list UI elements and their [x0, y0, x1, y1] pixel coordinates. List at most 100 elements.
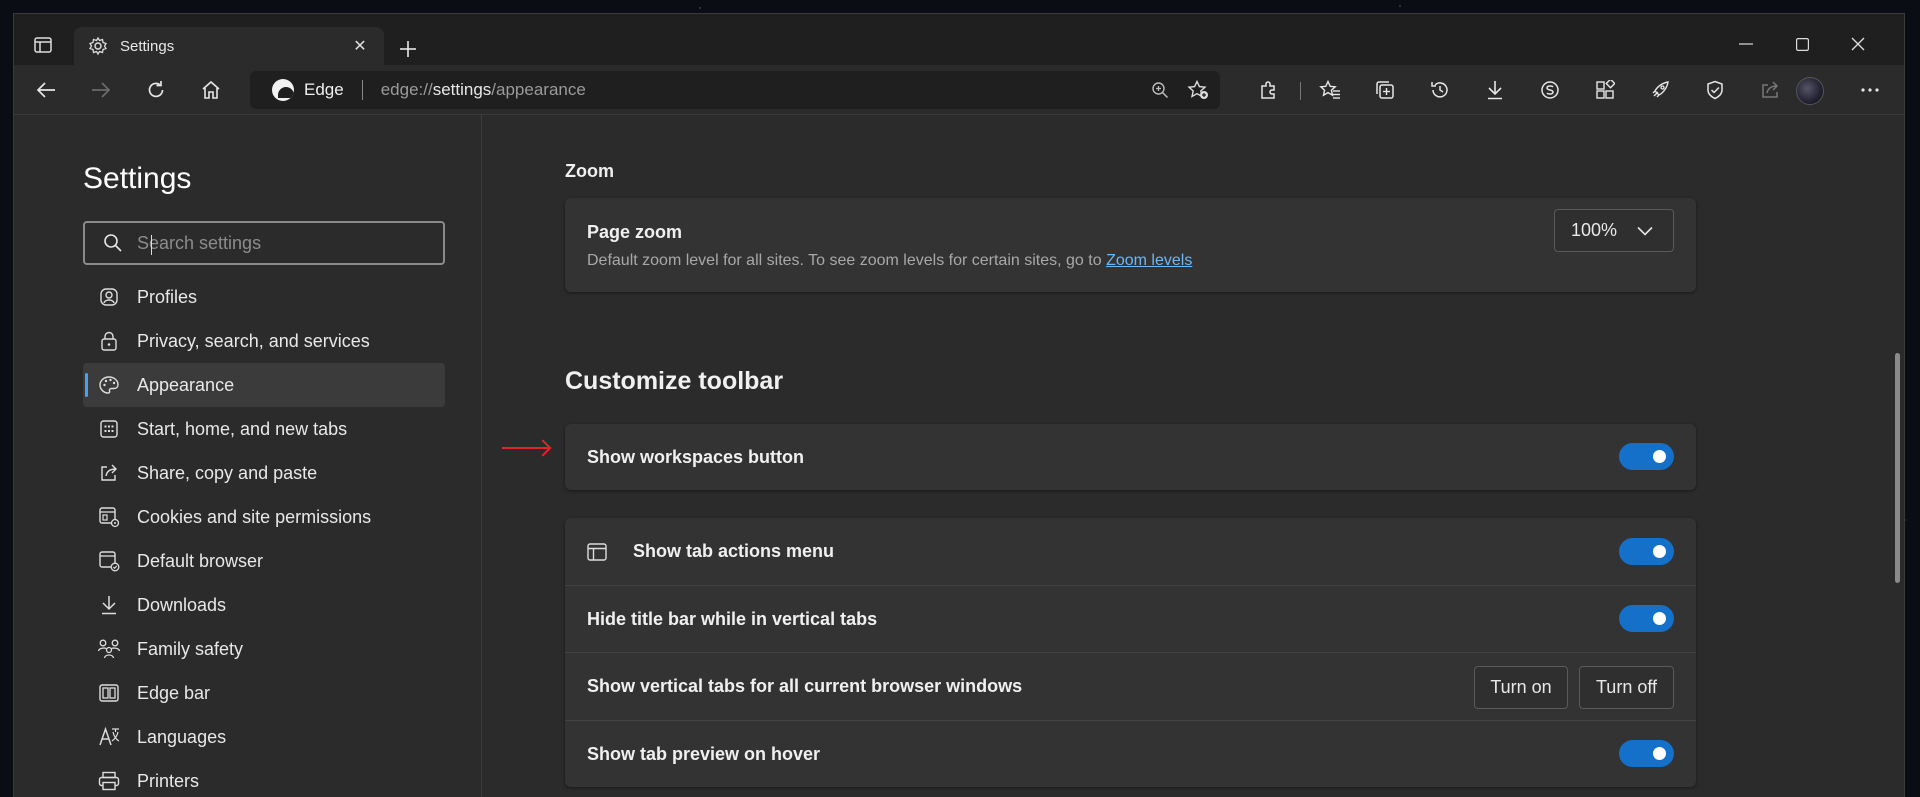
- extensions-icon[interactable]: [1252, 74, 1284, 106]
- download-icon: [97, 593, 121, 617]
- downloads-icon[interactable]: [1479, 74, 1511, 106]
- palette-icon: [97, 373, 121, 397]
- vertical-tabs-row: Show vertical tabs for all current brows…: [565, 653, 1696, 720]
- sidebar-item-share[interactable]: Share, copy and paste: [83, 451, 445, 495]
- title-bar: Settings ✕: [14, 14, 1904, 65]
- sidebar-item-label: Printers: [137, 770, 200, 791]
- sidebar-item-label: Profiles: [137, 286, 198, 307]
- tab-actions-icon[interactable]: [32, 34, 54, 56]
- sidebar-item-label: Default browser: [137, 550, 264, 571]
- tab-actions-icon: [587, 542, 607, 561]
- page-zoom-value: 100%: [1571, 220, 1618, 240]
- scrollbar-thumb[interactable]: [1895, 353, 1900, 583]
- browser-essentials-icon[interactable]: [1699, 74, 1731, 106]
- sidebar-item-start-home[interactable]: Start, home, and new tabs: [83, 407, 445, 451]
- settings-nav: Profiles Privacy, search, and services A…: [83, 275, 445, 797]
- sidebar-item-edge-bar[interactable]: Edge bar: [83, 671, 445, 715]
- share-icon[interactable]: [1754, 74, 1786, 106]
- performance-icon[interactable]: [1644, 74, 1676, 106]
- search-input[interactable]: [137, 232, 437, 254]
- chevron-down-icon: [1637, 226, 1653, 236]
- printer-icon: [97, 769, 121, 793]
- favorites-icon[interactable]: [1314, 74, 1346, 106]
- sidebar-item-appearance[interactable]: Appearance: [83, 363, 445, 407]
- profile-avatar[interactable]: [1796, 77, 1824, 105]
- tab-preview-label: Show tab preview on hover: [587, 743, 821, 764]
- zoom-levels-link[interactable]: Zoom levels: [1106, 252, 1192, 269]
- tab-settings[interactable]: Settings ✕: [74, 27, 384, 65]
- sidebar-item-privacy[interactable]: Privacy, search, and services: [83, 319, 445, 363]
- zoom-in-icon[interactable]: [1144, 74, 1176, 106]
- page-zoom-card: Page zoom Default zoom level for all sit…: [565, 198, 1696, 292]
- tab-actions-row: Show tab actions menu: [565, 518, 1696, 585]
- text-caret: [151, 235, 152, 255]
- refresh-button[interactable]: [140, 74, 172, 106]
- sidebar-item-label: Share, copy and paste: [137, 462, 318, 483]
- browser-toolbar: Edge edge://settings/appearance: [14, 65, 1904, 115]
- turn-on-button[interactable]: Turn on: [1474, 666, 1568, 709]
- tab-preview-toggle[interactable]: [1619, 740, 1674, 767]
- workspaces-toggle[interactable]: [1619, 443, 1674, 470]
- edge-logo-icon: [272, 79, 294, 101]
- tab-actions-toggle[interactable]: [1619, 538, 1674, 565]
- page-zoom-dropdown[interactable]: 100%: [1554, 209, 1674, 252]
- workspaces-row: Show workspaces button: [565, 424, 1696, 490]
- lock-icon: [97, 329, 121, 353]
- workspaces-card: Show workspaces button: [565, 424, 1696, 490]
- sidebar-item-profiles[interactable]: Profiles: [83, 275, 445, 319]
- url-text[interactable]: edge://settings/appearance: [381, 80, 1144, 100]
- site-identity-label: Edge: [304, 80, 344, 99]
- tab-preview-row: Show tab preview on hover: [565, 721, 1696, 787]
- tab-settings-card: Show tab actions menu Hide title bar whi…: [565, 518, 1696, 787]
- profile-icon: [97, 285, 121, 309]
- page-title: Settings: [83, 162, 192, 195]
- close-tab-button[interactable]: ✕: [350, 36, 370, 56]
- history-icon[interactable]: [1424, 74, 1456, 106]
- sidebar-item-printers[interactable]: Printers: [83, 759, 445, 797]
- browser-window: Settings ✕ Edge edge://settings/appearan…: [14, 14, 1904, 797]
- home-button[interactable]: [195, 74, 227, 106]
- workspaces-label: Show workspaces button: [587, 446, 805, 467]
- sidebar-item-label: Downloads: [137, 594, 227, 615]
- sidebar-item-cookies[interactable]: Cookies and site permissions: [83, 495, 445, 539]
- grid-icon: [97, 417, 121, 441]
- more-options-icon[interactable]: [1854, 74, 1886, 106]
- hide-title-bar-toggle[interactable]: [1619, 605, 1674, 632]
- address-divider: [361, 80, 363, 100]
- sidebar-icon: [97, 681, 121, 705]
- sidebar-item-label: Languages: [137, 726, 227, 747]
- skype-icon[interactable]: [1534, 74, 1566, 106]
- hide-title-bar-row: Hide title bar while in vertical tabs: [565, 586, 1696, 652]
- turn-off-button[interactable]: Turn off: [1579, 666, 1674, 709]
- hide-title-bar-label: Hide title bar while in vertical tabs: [587, 608, 878, 629]
- sidebar-item-label: Privacy, search, and services: [137, 330, 370, 351]
- sidebar-item-default-browser[interactable]: Default browser: [83, 539, 445, 583]
- sidebar-item-languages[interactable]: Languages: [83, 715, 445, 759]
- tab-title: Settings: [120, 37, 175, 55]
- back-button[interactable]: [30, 74, 62, 106]
- search-box[interactable]: [83, 221, 445, 265]
- family-icon: [97, 637, 121, 661]
- settings-sidebar: Settings Profiles Privacy, search, and s…: [14, 115, 482, 797]
- maximize-button[interactable]: [1774, 28, 1830, 60]
- close-window-button[interactable]: [1830, 28, 1886, 60]
- vertical-tabs-label: Show vertical tabs for all current brows…: [587, 676, 1023, 696]
- browser-icon: [97, 549, 121, 573]
- gear-icon: [88, 36, 108, 56]
- toolbar-divider: [1300, 82, 1301, 100]
- apps-icon[interactable]: [1589, 74, 1621, 106]
- cookie-icon: [97, 505, 121, 529]
- minimize-button[interactable]: [1718, 28, 1774, 60]
- section-heading-customize-toolbar: Customize toolbar: [565, 367, 784, 395]
- language-icon: [97, 725, 121, 749]
- sidebar-item-family-safety[interactable]: Family safety: [83, 627, 445, 671]
- annotation-arrow-icon: [502, 447, 548, 449]
- page-zoom-title: Page zoom: [587, 222, 683, 242]
- collections-icon[interactable]: [1369, 74, 1401, 106]
- page-zoom-description: Default zoom level for all sites. To see…: [587, 252, 1193, 269]
- sidebar-item-downloads[interactable]: Downloads: [83, 583, 445, 627]
- new-tab-button[interactable]: [394, 35, 422, 63]
- add-favorite-icon[interactable]: [1182, 74, 1214, 106]
- forward-button[interactable]: [85, 74, 117, 106]
- address-bar[interactable]: Edge edge://settings/appearance: [250, 71, 1220, 109]
